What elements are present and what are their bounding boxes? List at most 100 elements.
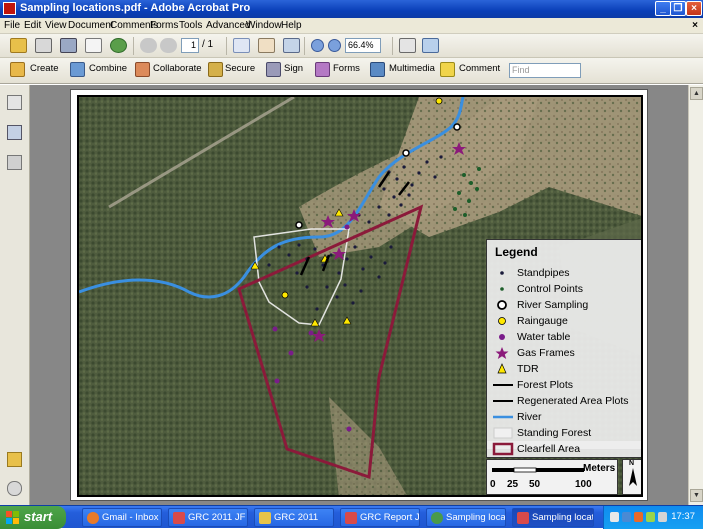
legend-item-control-points: Control Points xyxy=(492,282,640,297)
zoom-input[interactable]: 66.4% xyxy=(345,38,381,53)
secure-button[interactable]: Secure xyxy=(225,63,255,74)
menu-help[interactable]: Help xyxy=(281,20,302,31)
page-number-input[interactable]: 1 xyxy=(181,38,199,53)
comment-button[interactable]: Comment xyxy=(459,63,500,74)
window-titlebar[interactable]: Sampling locations.pdf - Adobe Acrobat P… xyxy=(0,0,703,18)
folder-icon xyxy=(259,512,271,524)
task-sampling-locations-1[interactable]: Sampling locati... xyxy=(426,508,506,527)
menu-view[interactable]: View xyxy=(45,20,67,31)
pen-icon xyxy=(266,62,281,77)
legend-item-water-table: Water table xyxy=(492,330,640,345)
maximize-button[interactable]: ❐ xyxy=(670,1,686,16)
attachments-panel-icon[interactable] xyxy=(7,481,22,496)
scale-tick-50: 50 xyxy=(529,479,541,490)
legend-item-river: River xyxy=(492,410,640,425)
task-grc-2011[interactable]: GRC 2011 xyxy=(254,508,334,527)
menu-window[interactable]: Window xyxy=(246,20,282,31)
tdr-triangle-icon xyxy=(497,363,507,374)
task-sampling-locations-2[interactable]: Sampling locati... xyxy=(512,508,594,527)
security-icon[interactable] xyxy=(634,512,643,522)
hand-tool-icon[interactable] xyxy=(258,38,275,53)
scroll-up-icon[interactable]: ▲ xyxy=(690,87,703,100)
save-icon[interactable] xyxy=(60,38,77,53)
navigation-pane xyxy=(0,85,30,505)
create-button[interactable]: Create xyxy=(30,63,59,74)
north-label: N xyxy=(629,460,635,467)
pdf-icon xyxy=(517,512,529,524)
pdf-icon xyxy=(173,512,185,524)
task-gmail[interactable]: Gmail - Inbox ... xyxy=(82,508,162,527)
open-folder-icon[interactable] xyxy=(10,38,27,53)
scale-tick-25: 25 xyxy=(507,479,519,490)
window-title: Sampling locations.pdf - Adobe Acrobat P… xyxy=(20,2,251,14)
scale-tick-100: 100 xyxy=(575,479,592,490)
sign-button[interactable]: Sign xyxy=(284,63,303,74)
legend-item-forest-plots: Forest Plots xyxy=(492,378,640,393)
legend-item-tdr: TDR xyxy=(492,362,640,377)
scale-bar-graphic xyxy=(492,467,584,473)
menu-edit[interactable]: Edit xyxy=(24,20,41,31)
north-arrow-icon xyxy=(629,468,637,486)
scroll-down-icon[interactable]: ▼ xyxy=(690,489,703,502)
menu-forms[interactable]: Forms xyxy=(150,20,178,31)
system-tray: 17:37 xyxy=(603,506,703,529)
bookmarks-panel-icon[interactable] xyxy=(7,125,22,140)
menu-document[interactable]: Document xyxy=(68,20,114,31)
windows-taskbar: start Gmail - Inbox ... GRC 2011 JF GRC … xyxy=(0,505,703,529)
previous-page-icon[interactable] xyxy=(140,38,157,53)
network-icon[interactable] xyxy=(622,512,631,522)
vertical-scrollbar[interactable]: ▲ ▼ xyxy=(688,85,703,505)
raingauge-circle-icon xyxy=(498,317,506,325)
legend-item-standing-forest: Standing Forest xyxy=(492,426,640,441)
water-table-dot-icon xyxy=(499,334,505,340)
select-tool-icon[interactable] xyxy=(233,38,250,53)
find-input[interactable]: Find xyxy=(509,63,581,78)
multimedia-icon xyxy=(370,62,385,77)
legend-item-regenerated-area-plots: Regenerated Area Plots xyxy=(492,394,640,409)
collaborate-icon xyxy=(135,62,150,77)
legend-item-standpipes: Standpipes xyxy=(492,266,640,281)
zoom-tool-icon[interactable] xyxy=(283,38,300,53)
minimize-button[interactable]: _ xyxy=(655,1,671,16)
close-button[interactable]: × xyxy=(686,1,702,16)
combine-button[interactable]: Combine xyxy=(89,63,127,74)
zoom-out-icon[interactable] xyxy=(311,39,324,52)
north-arrow: N xyxy=(622,459,641,495)
pdf-page: Legend Standpipes Control Points River S… xyxy=(70,89,648,501)
comments-panel-icon[interactable] xyxy=(7,452,22,467)
menu-bar: File Edit View Document Comments Forms T… xyxy=(0,18,703,34)
document-close-icon[interactable]: × xyxy=(692,20,698,31)
task-grc-report[interactable]: GRC Report J... xyxy=(340,508,420,527)
menu-tools[interactable]: Tools xyxy=(179,20,202,31)
email-icon[interactable] xyxy=(85,38,102,53)
start-button[interactable]: start xyxy=(0,506,66,529)
signatures-panel-icon[interactable] xyxy=(7,155,22,170)
create-icon xyxy=(10,62,25,77)
gas-frame-star-icon xyxy=(495,347,509,359)
forms-button[interactable]: Forms xyxy=(333,63,360,74)
standpipe-dot-icon xyxy=(500,271,504,275)
pages-panel-icon[interactable] xyxy=(7,95,22,110)
acrobat-icon xyxy=(3,2,16,15)
task-grc-2011-jf[interactable]: GRC 2011 JF xyxy=(168,508,248,527)
forms-icon xyxy=(315,62,330,77)
menu-file[interactable]: File xyxy=(4,20,20,31)
menu-advanced[interactable]: Advanced xyxy=(206,20,250,31)
river-line-icon xyxy=(493,415,513,419)
sync-icon[interactable] xyxy=(658,512,667,522)
clearfell-box-icon xyxy=(492,442,514,456)
multimedia-button[interactable]: Multimedia xyxy=(389,63,435,74)
globe-icon xyxy=(431,512,443,524)
print-icon[interactable] xyxy=(35,38,52,53)
fit-page-icon[interactable] xyxy=(399,38,416,53)
tray-icon[interactable] xyxy=(610,512,619,522)
zoom-in-icon[interactable] xyxy=(328,39,341,52)
next-page-icon[interactable] xyxy=(160,38,177,53)
pdf-icon xyxy=(345,512,357,524)
full-screen-icon[interactable] xyxy=(422,38,439,53)
map-legend: Legend Standpipes Control Points River S… xyxy=(486,239,641,450)
volume-icon[interactable] xyxy=(646,512,655,522)
web-icon[interactable] xyxy=(110,38,127,53)
river-sampling-ring-icon xyxy=(497,300,507,310)
collaborate-button[interactable]: Collaborate xyxy=(153,63,202,74)
